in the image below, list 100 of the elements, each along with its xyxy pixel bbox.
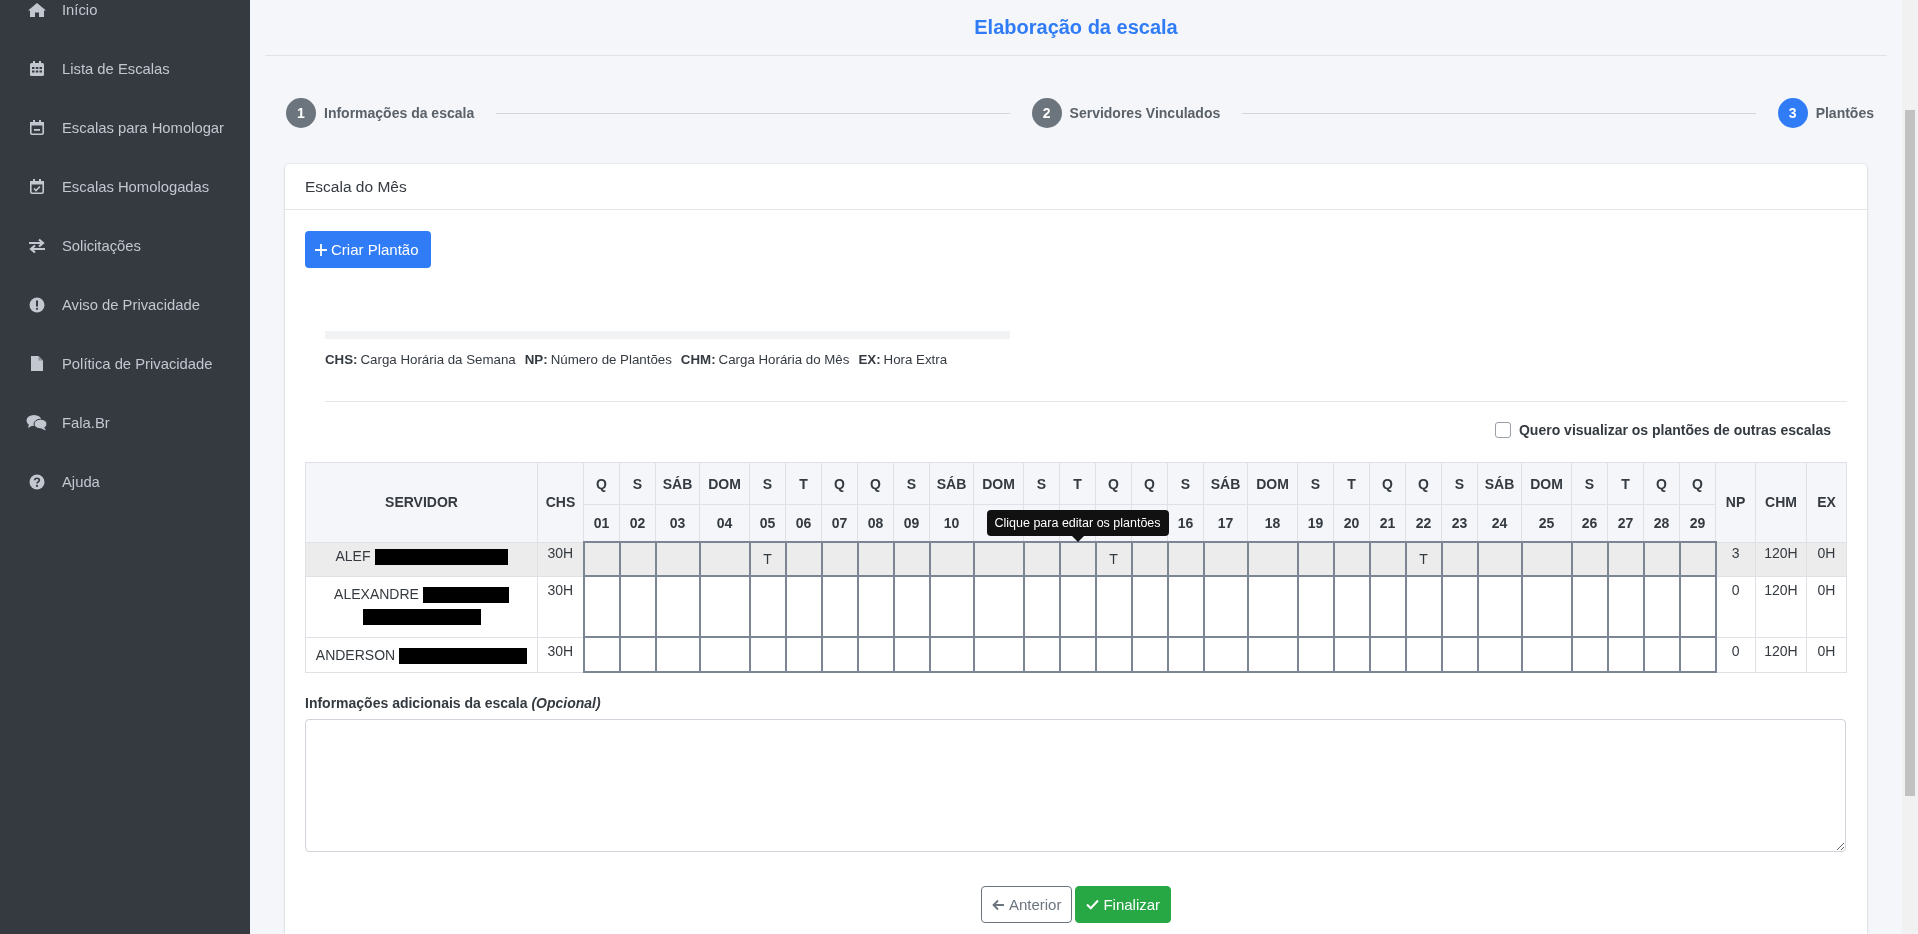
shift-cell[interactable] <box>619 637 656 672</box>
sidebar-item[interactable]: Escalas para Homologar <box>0 98 250 157</box>
shift-cell[interactable] <box>583 637 620 672</box>
shift-cell[interactable]: T <box>1095 542 1132 576</box>
shift-cell[interactable] <box>1095 576 1132 637</box>
sidebar-item[interactable]: Ajuda <box>0 452 250 511</box>
shift-cell[interactable] <box>1333 542 1370 576</box>
shift-cell[interactable] <box>893 637 930 672</box>
shift-cell[interactable] <box>1131 542 1168 576</box>
shift-cell[interactable] <box>973 542 1024 576</box>
shift-cell[interactable] <box>1679 542 1716 576</box>
shift-cell[interactable] <box>1247 542 1298 576</box>
shift-cell[interactable] <box>1333 637 1370 672</box>
shift-cell[interactable] <box>619 576 656 637</box>
shift-cell[interactable] <box>1643 542 1680 576</box>
sidebar-item[interactable]: Política de Privacidade <box>0 334 250 393</box>
sidebar-item[interactable]: Solicitações <box>0 216 250 275</box>
shift-cell[interactable] <box>1369 576 1406 637</box>
shift-cell[interactable] <box>929 576 974 637</box>
shift-cell[interactable] <box>821 576 858 637</box>
shift-cell[interactable] <box>1247 576 1298 637</box>
shift-cell[interactable] <box>785 637 822 672</box>
shift-cell[interactable] <box>929 542 974 576</box>
shift-cell[interactable] <box>857 576 894 637</box>
checkbox[interactable] <box>1495 422 1511 438</box>
sidebar-item[interactable]: Aviso de Privacidade <box>0 275 250 334</box>
shift-cell[interactable] <box>1369 637 1406 672</box>
shift-cell[interactable] <box>699 576 750 637</box>
shift-cell[interactable] <box>1477 576 1522 637</box>
shift-cell[interactable] <box>1297 576 1334 637</box>
shift-cell[interactable] <box>583 576 620 637</box>
back-button[interactable]: Anterior <box>980 886 1073 923</box>
shift-cell[interactable] <box>1369 542 1406 576</box>
shift-cell[interactable] <box>785 576 822 637</box>
shift-cell[interactable] <box>1297 637 1334 672</box>
scrollbar[interactable] <box>1902 0 1918 934</box>
shift-cell[interactable] <box>973 576 1024 637</box>
shift-cell[interactable] <box>973 637 1024 672</box>
shift-cell[interactable] <box>1441 576 1478 637</box>
sidebar-item[interactable]: Fala.Br <box>0 393 250 452</box>
create-shift-button[interactable]: Criar Plantão <box>305 231 431 268</box>
shift-cell[interactable] <box>1607 542 1644 576</box>
shift-cell[interactable] <box>699 637 750 672</box>
shift-cell[interactable] <box>893 542 930 576</box>
shift-cell[interactable] <box>583 542 620 576</box>
shift-cell[interactable] <box>893 576 930 637</box>
shift-cell[interactable] <box>1477 542 1522 576</box>
shift-cell[interactable] <box>1297 542 1334 576</box>
shift-cell[interactable] <box>1167 542 1204 576</box>
shift-cell[interactable] <box>1131 576 1168 637</box>
sidebar-item[interactable]: Início <box>0 0 250 39</box>
shift-cell[interactable] <box>1167 576 1204 637</box>
shift-cell[interactable] <box>1607 637 1644 672</box>
shift-cell[interactable] <box>1203 637 1248 672</box>
shift-cell[interactable] <box>1023 542 1060 576</box>
shift-cell[interactable] <box>1679 576 1716 637</box>
shift-cell[interactable] <box>929 637 974 672</box>
shift-cell[interactable] <box>1521 637 1572 672</box>
shift-cell[interactable] <box>1059 637 1096 672</box>
shift-cell[interactable] <box>655 637 700 672</box>
shift-cell[interactable] <box>1023 576 1060 637</box>
shift-cell[interactable] <box>1477 637 1522 672</box>
shift-cell[interactable] <box>821 542 858 576</box>
shift-cell[interactable] <box>1059 576 1096 637</box>
sidebar-item[interactable]: Escalas Homologadas <box>0 157 250 216</box>
shift-cell[interactable] <box>1679 637 1716 672</box>
shift-cell[interactable] <box>1131 637 1168 672</box>
shift-cell[interactable] <box>1059 542 1096 576</box>
shift-cell[interactable] <box>1643 576 1680 637</box>
shift-cell[interactable] <box>1095 637 1132 672</box>
shift-cell[interactable] <box>1521 576 1572 637</box>
shift-cell[interactable] <box>821 637 858 672</box>
shift-cell[interactable] <box>619 542 656 576</box>
shift-cell[interactable] <box>857 637 894 672</box>
shift-cell[interactable]: T <box>1405 542 1442 576</box>
shift-cell[interactable] <box>1441 637 1478 672</box>
shift-cell[interactable] <box>1247 637 1298 672</box>
shift-cell[interactable] <box>749 576 786 637</box>
shift-cell[interactable] <box>1643 637 1680 672</box>
shift-cell[interactable] <box>1441 542 1478 576</box>
shift-cell[interactable] <box>655 542 700 576</box>
shift-cell[interactable] <box>1203 542 1248 576</box>
shift-cell[interactable] <box>857 542 894 576</box>
shift-cell[interactable] <box>1571 576 1608 637</box>
shift-cell[interactable] <box>699 542 750 576</box>
sidebar-item[interactable]: Lista de Escalas <box>0 39 250 98</box>
shift-cell[interactable] <box>1521 542 1572 576</box>
shift-cell[interactable] <box>1571 542 1608 576</box>
shift-cell[interactable] <box>1167 637 1204 672</box>
shift-cell[interactable] <box>785 542 822 576</box>
shift-cell[interactable] <box>1405 637 1442 672</box>
shift-cell[interactable] <box>1023 637 1060 672</box>
shift-cell[interactable] <box>1571 637 1608 672</box>
shift-cell[interactable] <box>749 637 786 672</box>
shift-cell[interactable] <box>1405 576 1442 637</box>
shift-cell[interactable] <box>1333 576 1370 637</box>
shift-cell[interactable] <box>1203 576 1248 637</box>
shift-cell[interactable]: T <box>749 542 786 576</box>
shift-cell[interactable] <box>1607 576 1644 637</box>
shift-cell[interactable] <box>655 576 700 637</box>
